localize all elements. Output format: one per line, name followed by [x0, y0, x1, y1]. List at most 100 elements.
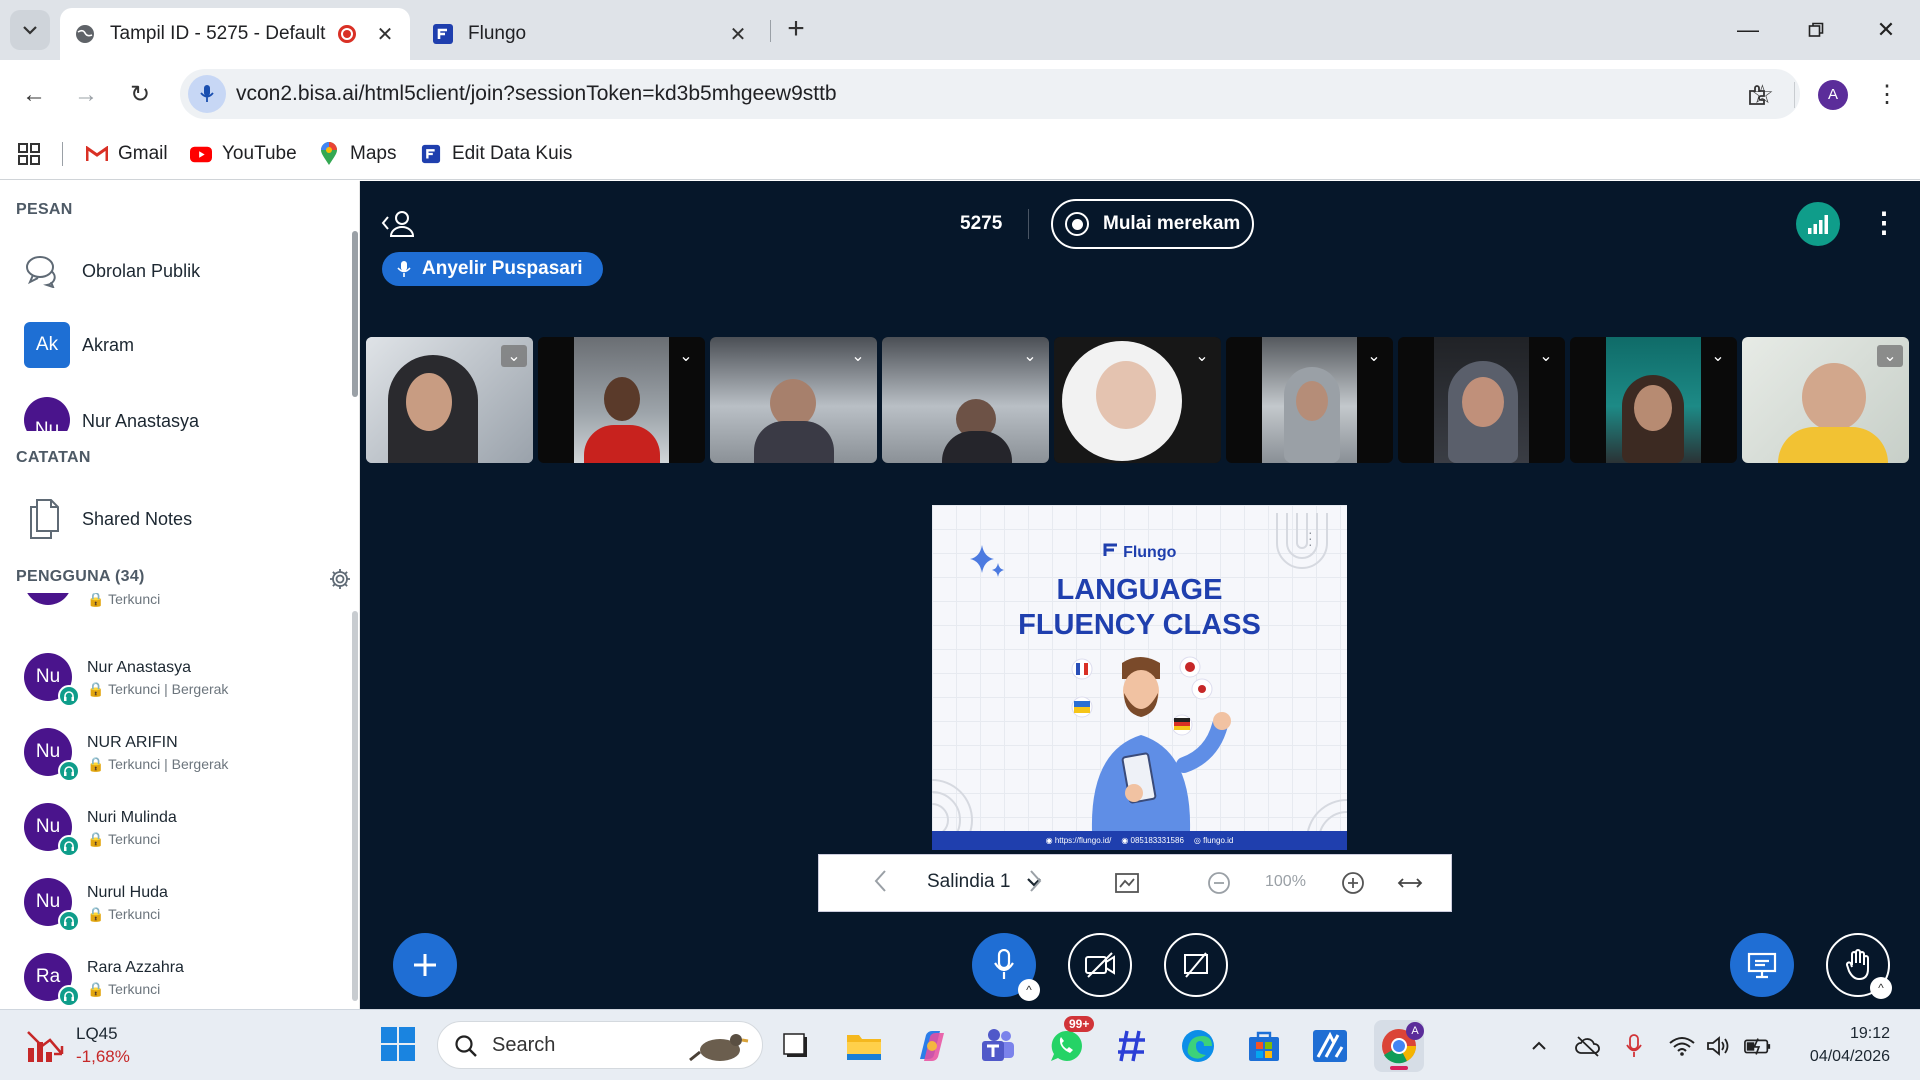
bookmark-edit-data-kuis[interactable]: Edit Data Kuis [420, 140, 572, 168]
webcam-menu-chevron-icon[interactable]: ⌄ [1361, 345, 1387, 367]
options-menu-button[interactable]: ⋮ [1870, 205, 1898, 245]
close-tab-icon[interactable]: ✕ [374, 22, 396, 47]
volume-button[interactable] [1704, 1032, 1732, 1060]
next-slide-button[interactable] [1029, 869, 1043, 899]
webcam-tile[interactable]: ⌄ [1226, 337, 1393, 463]
fit-width-icon [1397, 878, 1423, 888]
bookmark-maps[interactable]: Maps [318, 140, 396, 168]
fit-width-button[interactable] [1397, 873, 1423, 899]
webcam-menu-chevron-icon[interactable]: ⌄ [1017, 345, 1043, 367]
raise-hand-button[interactable]: ^ [1826, 933, 1892, 999]
user-list-item[interactable]: Ra Rara Azzahra 🔒 Terkunci [24, 949, 344, 1009]
webcam-menu-chevron-icon[interactable]: ⌄ [1533, 345, 1559, 367]
audio-settings-chevron-icon[interactable]: ^ [1018, 979, 1040, 1001]
onedrive-paused-button[interactable] [1574, 1032, 1602, 1060]
webcam-tile[interactable]: ⌄ [1742, 337, 1909, 463]
slack-button[interactable] [1112, 1026, 1152, 1066]
whiteboard-toggle-button[interactable] [1115, 872, 1139, 900]
bookmark-gmail[interactable]: Gmail [86, 140, 168, 168]
user-list-item[interactable]: Nu Nur Anastasya 🔒 Terkunci | Bergerak [24, 649, 344, 715]
bookmarks-divider [62, 142, 63, 166]
webcam-menu-chevron-icon[interactable]: ⌄ [845, 345, 871, 367]
restore-icon [1808, 22, 1824, 37]
restore-button[interactable] [1786, 12, 1846, 48]
start-recording-button[interactable]: Mulai merekam [1051, 199, 1254, 249]
webcam-tile[interactable]: ⌄ [1570, 337, 1737, 463]
shared-notes-item[interactable]: Shared Notes [24, 497, 192, 541]
system-clock[interactable]: 19:12 04/04/2026 [1810, 1022, 1890, 1068]
zoom-out-button[interactable] [1207, 871, 1231, 901]
webcam-tile[interactable]: ⌄ [882, 337, 1049, 463]
extensions-button[interactable] [1738, 75, 1778, 115]
sidebar-scrollbar[interactable] [352, 231, 358, 397]
show-hidden-icons-button[interactable] [1525, 1032, 1553, 1060]
user-list-item[interactable]: Nu Nurul Huda 🔒 Terkunci [24, 874, 344, 940]
whatsapp-button[interactable]: 99+ [1046, 1016, 1095, 1066]
share-screen-button[interactable] [1164, 933, 1228, 997]
edge-button[interactable] [1178, 1026, 1218, 1066]
webcam-menu-chevron-icon[interactable]: ⌄ [501, 345, 527, 367]
microphone-permission-icon[interactable] [188, 75, 226, 113]
microphone-in-use-button[interactable] [1620, 1032, 1648, 1060]
browser-menu-button[interactable]: ⋮ [1872, 78, 1902, 112]
connection-status-button[interactable] [1796, 202, 1840, 246]
microphone-icon [394, 259, 414, 279]
copilot-button[interactable] [912, 1026, 952, 1066]
tab-flungo[interactable]: Flungo ✕ [418, 8, 763, 60]
chat-item-nur-anastasya[interactable]: Nu Nur Anastasya [24, 389, 199, 431]
teams-button[interactable] [978, 1026, 1018, 1066]
user-list-item[interactable]: Nu NUR ARIFIN 🔒 Terkunci | Bergerak [24, 724, 344, 790]
tab-tampil-id[interactable]: Tampil ID - 5275 - Default ✕ [60, 8, 410, 60]
start-button[interactable] [378, 1024, 418, 1064]
users-scrollbar[interactable] [352, 611, 358, 1001]
webcam-tile[interactable]: ⌄ [710, 337, 877, 463]
public-chat-item[interactable]: Obrolan Publik [24, 249, 200, 293]
file-explorer-button[interactable] [844, 1026, 884, 1066]
bookmark-youtube[interactable]: YouTube [190, 140, 297, 168]
share-webcam-button[interactable] [1068, 933, 1132, 997]
stock-widget[interactable]: LQ45 -1,68% [26, 1022, 156, 1070]
close-window-button[interactable]: ✕ [1856, 12, 1916, 48]
webcam-menu-chevron-icon[interactable]: ⌄ [673, 345, 699, 367]
battery-button[interactable] [1744, 1032, 1772, 1060]
address-bar[interactable]: vcon2.bisa.ai/html5client/join?sessionTo… [180, 69, 1800, 119]
webcam-menu-chevron-icon[interactable]: ⌄ [1705, 345, 1731, 367]
close-tab-icon[interactable]: ✕ [727, 22, 749, 47]
webcam-tile[interactable]: ⌄ [1054, 337, 1221, 463]
reactions-chevron-icon[interactable]: ^ [1870, 977, 1892, 999]
forward-button[interactable]: → [68, 77, 104, 113]
minimize-button[interactable]: — [1718, 12, 1778, 48]
chrome-button[interactable]: A [1374, 1020, 1424, 1072]
profile-avatar[interactable]: A [1818, 80, 1848, 110]
toggle-user-list-button[interactable] [380, 209, 416, 239]
reload-button[interactable]: ↻ [122, 77, 158, 113]
talking-indicator[interactable]: Anyelir Puspasari [382, 252, 603, 286]
user-list-item-partial[interactable]: 🔒 Terkunci [24, 593, 344, 609]
back-button[interactable]: ← [16, 77, 52, 113]
microsoft-store-button[interactable] [1244, 1026, 1284, 1066]
webcam-tile[interactable]: ⌄ [538, 337, 705, 463]
webcam-tile[interactable]: ⌄ [1398, 337, 1565, 463]
webcam-menu-chevron-icon[interactable]: ⌄ [1189, 345, 1215, 367]
user-options-gear-icon[interactable] [328, 567, 352, 591]
url-text[interactable]: vcon2.bisa.ai/html5client/join?sessionTo… [236, 82, 837, 106]
new-tab-button[interactable]: + [780, 14, 812, 46]
user-list-item[interactable]: Nu Nuri Mulinda 🔒 Terkunci [24, 799, 344, 865]
webcam-tile[interactable]: ⌄ [366, 337, 533, 463]
previous-slide-button[interactable] [873, 869, 887, 899]
tab-search-button[interactable] [10, 10, 50, 50]
toggle-presentation-button[interactable] [1730, 933, 1794, 997]
microphone-icon [994, 949, 1014, 979]
mute-microphone-button[interactable]: ^ [972, 933, 1040, 1001]
webcam-menu-chevron-icon[interactable]: ⌄ [1877, 345, 1903, 367]
task-view-button[interactable] [776, 1026, 816, 1066]
chat-item-akram[interactable]: Ak Akram [24, 322, 134, 368]
shirt [584, 425, 660, 463]
zoom-in-button[interactable] [1341, 871, 1365, 901]
actions-plus-button[interactable] [393, 933, 457, 997]
slide-selector[interactable]: Salindia 1 [927, 871, 1042, 893]
app-button[interactable] [1310, 1026, 1350, 1066]
taskbar-search[interactable]: Search [437, 1021, 763, 1069]
wifi-button[interactable] [1668, 1032, 1696, 1060]
apps-button[interactable] [18, 140, 40, 168]
